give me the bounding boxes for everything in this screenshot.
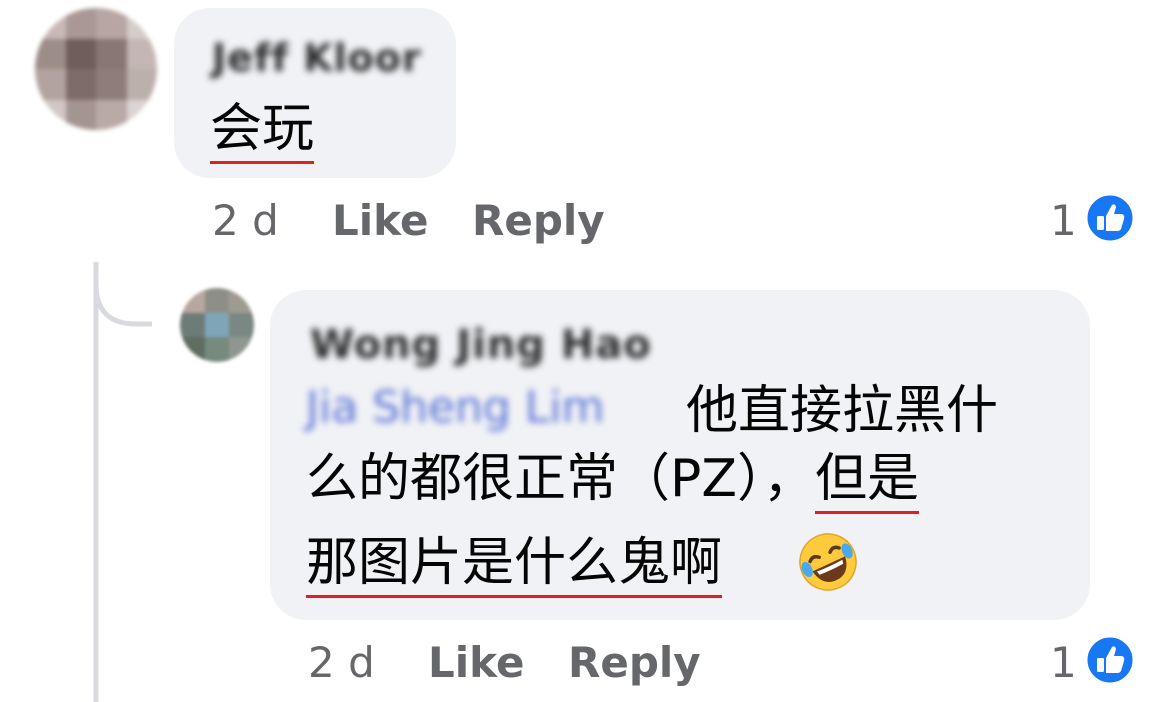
thumbs-up-icon[interactable]	[1084, 192, 1136, 244]
reply-button[interactable]: Reply	[568, 638, 701, 687]
reply-text-line: 他直接拉黑什	[686, 381, 999, 441]
comment-text-underlined: 会玩	[210, 99, 315, 164]
mentioned-user-link[interactable]: Jia Sheng Lim	[306, 382, 604, 433]
reply-author-name[interactable]: Wong Jing Hao	[310, 322, 652, 368]
reply-text-underlined: 但是	[814, 449, 919, 514]
reply-button[interactable]: Reply	[472, 196, 605, 245]
reaction-count[interactable]: 1	[1050, 196, 1077, 245]
like-button[interactable]: Like	[428, 638, 524, 687]
reply-text-segment: 么的都很正常（PZ），	[306, 449, 815, 509]
reaction-count[interactable]: 1	[1050, 638, 1077, 687]
comment-timestamp[interactable]: 2 d	[212, 196, 279, 245]
rolling-on-floor-laughing-emoji	[799, 533, 857, 591]
reply-timestamp[interactable]: 2 d	[308, 638, 375, 687]
commenter-avatar[interactable]	[35, 8, 157, 130]
reply-thread-connector	[93, 262, 152, 702]
reply-text-underlined: 那图片是什么鬼啊	[306, 533, 723, 598]
thumbs-up-icon[interactable]	[1084, 634, 1136, 686]
commenter-avatar[interactable]	[180, 288, 254, 362]
reply-text-line: 那图片是什么鬼啊	[306, 530, 723, 598]
comment-text: 会玩	[210, 96, 315, 164]
comment-author-name[interactable]: Jeff Kloor	[212, 36, 422, 80]
reply-text-line: 么的都很正常（PZ），但是	[306, 446, 919, 514]
like-button[interactable]: Like	[332, 196, 428, 245]
